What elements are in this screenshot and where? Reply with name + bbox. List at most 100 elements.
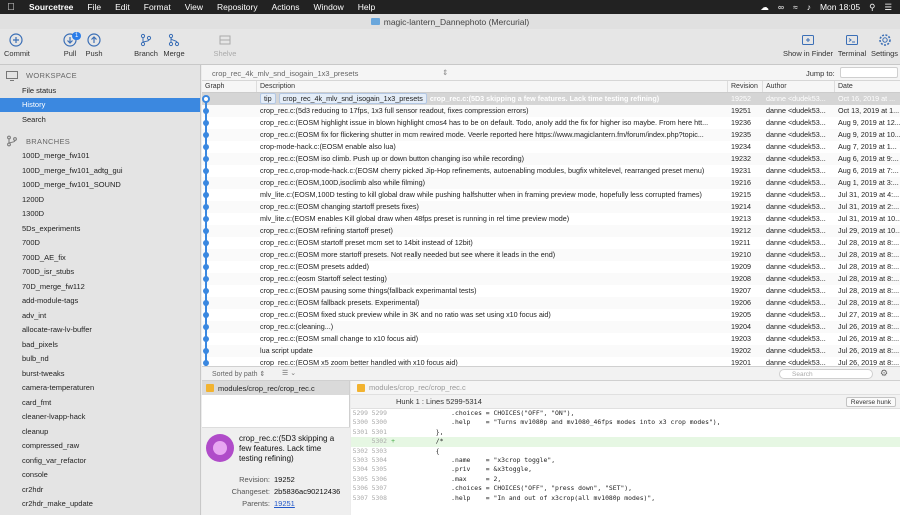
file-search-input[interactable]: Search <box>779 369 873 379</box>
spotlight-icon[interactable]: ⚲ <box>869 2 875 13</box>
menu-edit[interactable]: Edit <box>108 2 137 12</box>
description-cell: mlv_lite.c:(EOSM,100D testing to kill gl… <box>257 189 728 201</box>
sidebar-branch-item[interactable]: camera-temperaturen <box>0 381 200 396</box>
sidebar-item-file-status[interactable]: File status <box>0 83 200 98</box>
shelve-button[interactable]: Shelve <box>212 31 238 58</box>
sidebar-branch-item[interactable]: config_var_refactor <box>0 453 200 468</box>
menu-window[interactable]: Window <box>307 2 351 12</box>
notification-center-icon[interactable]: ☰ <box>884 2 892 13</box>
column-revision[interactable]: Revision <box>728 81 763 92</box>
graph-commit-dot <box>203 312 209 318</box>
table-row[interactable]: crop_rec.c:(EOSM pausing some things(fal… <box>202 285 900 297</box>
table-row[interactable]: crop_rec.c:(EOSM refining startoff prese… <box>202 225 900 237</box>
table-row[interactable]: crop_rec.c:(cleaning...) 19204 danne <dude… <box>202 321 900 333</box>
branches-header: BRANCHES <box>0 134 200 149</box>
sidebar-branch-item[interactable]: 100D_merge_fw101_adtg_gui <box>0 163 200 178</box>
table-row[interactable]: crop_rec.c:(EOSM fallback presets. Exper… <box>202 297 900 309</box>
table-row[interactable]: mlv_lite.c:(EOSM enables Kill global dra… <box>202 213 900 225</box>
table-row[interactable]: crop_rec.c:(EOSM small change to x10 foc… <box>202 333 900 345</box>
sidebar-branch-item[interactable]: burst-tweaks <box>0 366 200 381</box>
sidebar-branch-item[interactable]: adv_int <box>0 308 200 323</box>
gear-icon[interactable]: ⚙ <box>880 368 888 379</box>
sidebar-branch-item[interactable]: 5Ds_experiments <box>0 221 200 236</box>
pull-button[interactable]: 1 Pull <box>60 31 82 58</box>
table-row[interactable]: crop-mode-hack.c:(EOSM enable also lua) 1… <box>202 141 900 153</box>
sidebar-branch-item[interactable]: 700D <box>0 236 200 251</box>
table-row[interactable]: crop_rec.c:(EOSM presets added) 19209 dann… <box>202 261 900 273</box>
table-row[interactable]: tip crop_rec_4k_mlv_snd_isogain_1x3_prese… <box>202 93 900 105</box>
apple-icon[interactable]:  <box>0 2 22 13</box>
finder-icon <box>802 35 814 45</box>
sort-selector[interactable]: Sorted by path ⇕ <box>212 370 265 378</box>
old-line-number <box>351 437 370 446</box>
table-row[interactable]: crop_rec.c,crop-mode-hack.c:(EOSM cherry… <box>202 165 900 177</box>
list-view-icon[interactable]: ☰ ⌄ <box>282 369 296 377</box>
branch-selector[interactable]: crop_rec_4k_mlv_snd_isogain_1x3_presets <box>212 69 358 78</box>
table-row[interactable]: crop_rec.c:(EOSM fix for flickering shut… <box>202 129 900 141</box>
wifi-icon[interactable]: ≈ <box>793 2 798 12</box>
menu-repository[interactable]: Repository <box>210 2 265 12</box>
branch-button[interactable]: Branch <box>133 31 159 58</box>
sidebar-branch-item[interactable]: cleaner-lvapp-hack <box>0 410 200 425</box>
column-date[interactable]: Date <box>835 81 900 92</box>
sidebar-branch-item[interactable]: 100D_merge_fw101 <box>0 149 200 164</box>
sidebar-branch-item[interactable]: 70D_merge_fw112 <box>0 279 200 294</box>
menu-help[interactable]: Help <box>351 2 382 12</box>
table-row[interactable]: crop_rec.c:(EOSM changing startoff prese… <box>202 201 900 213</box>
menu-view[interactable]: View <box>178 2 210 12</box>
push-button[interactable]: Push <box>84 31 104 58</box>
sidebar-branch-item[interactable]: 1300D <box>0 207 200 222</box>
table-row[interactable]: crop_rec.c:(eosm Startoff select testing… <box>202 273 900 285</box>
sidebar-branch-item[interactable]: card_fmt <box>0 395 200 410</box>
changed-file-item[interactable]: modules/crop_rec/crop_rec.c <box>202 381 349 395</box>
column-author[interactable]: Author <box>763 81 835 92</box>
table-row[interactable]: crop_rec.c:(EOSM highlight issue in blow… <box>202 117 900 129</box>
menu-format[interactable]: Format <box>137 2 178 12</box>
menu-actions[interactable]: Actions <box>265 2 307 12</box>
sidebar-item-search[interactable]: Search <box>0 112 200 127</box>
show-in-finder-button[interactable]: Show in Finder <box>782 31 834 58</box>
branch-selector-chevron-icon[interactable]: ⇕ <box>442 68 448 77</box>
sidebar-branch-item[interactable]: 700D_AE_fix <box>0 250 200 265</box>
table-row[interactable]: crop_rec.c:(EOSM,100D,isoclimb also whil… <box>202 177 900 189</box>
creative-cloud-icon[interactable]: ∞ <box>778 2 784 12</box>
table-row[interactable]: crop_rec.c:(EOSM iso climb. Push up or d… <box>202 153 900 165</box>
jump-to-input[interactable] <box>840 67 898 78</box>
table-row[interactable]: crop_rec.c:(EOSM more startoff presets. … <box>202 249 900 261</box>
sidebar-branch-item[interactable]: cr2hdr <box>0 482 200 497</box>
sidebar-branch-item[interactable]: 100D_merge_fw101_SOUND <box>0 178 200 193</box>
cloud-icon[interactable]: ☁ <box>760 2 769 13</box>
table-row[interactable]: lua script update 19202 danne <dudek53... J… <box>202 345 900 357</box>
parents-link[interactable]: 19251 <box>274 499 295 508</box>
table-row[interactable]: mlv_lite.c:(EOSM,100D testing to kill gl… <box>202 189 900 201</box>
sidebar-branch-item[interactable]: console <box>0 468 200 483</box>
sidebar-branch-item[interactable]: cr2hdr_make_update <box>0 497 200 512</box>
settings-button[interactable]: Settings <box>869 31 900 58</box>
sidebar-branch-item[interactable]: add-module-tags <box>0 294 200 309</box>
sidebar-branch-item[interactable]: bad_pixels <box>0 337 200 352</box>
table-row[interactable]: crop_rec.c:(EOSM fixed stuck preview whi… <box>202 309 900 321</box>
merge-button[interactable]: Merge <box>162 31 186 58</box>
commit-button[interactable]: Commit <box>4 31 30 58</box>
table-row[interactable]: crop_rec.c:(EOSM startoff preset mcm set… <box>202 237 900 249</box>
terminal-button[interactable]: Terminal <box>836 31 868 58</box>
sidebar-branch-item[interactable]: bulb_nd <box>0 352 200 367</box>
sidebar-branch-item[interactable]: 1200D <box>0 192 200 207</box>
reverse-hunk-button[interactable]: Reverse hunk <box>845 397 896 407</box>
menu-app-name[interactable]: Sourcetree <box>22 2 80 12</box>
diff-line-context: 5301 5301 }, <box>351 428 900 437</box>
column-graph[interactable]: Graph <box>202 81 257 92</box>
sidebar-branch-item[interactable]: allocate-raw-lv-buffer <box>0 323 200 338</box>
sidebar-branch-item[interactable]: cleanup <box>0 424 200 439</box>
sidebar-branch-item[interactable]: compressed_raw <box>0 439 200 454</box>
menu-file[interactable]: File <box>80 2 108 12</box>
volume-icon[interactable]: ♪ <box>807 2 811 12</box>
table-row[interactable]: crop_rec.c:(EOSM x5 zoom better handled … <box>202 357 900 366</box>
description-cell: crop_rec.c:(EOSM fixed stuck preview whi… <box>257 309 728 321</box>
table-row[interactable]: crop_rec.c:(5d3 reducing to 17fps, 1x3 f… <box>202 105 900 117</box>
sidebar-item-history[interactable]: History <box>0 97 200 112</box>
column-description[interactable]: Description <box>257 81 728 92</box>
clock[interactable]: Mon 18:05 <box>820 2 860 12</box>
sidebar-branch-item[interactable]: 700D_isr_stubs <box>0 265 200 280</box>
diff-code: { <box>405 446 440 455</box>
